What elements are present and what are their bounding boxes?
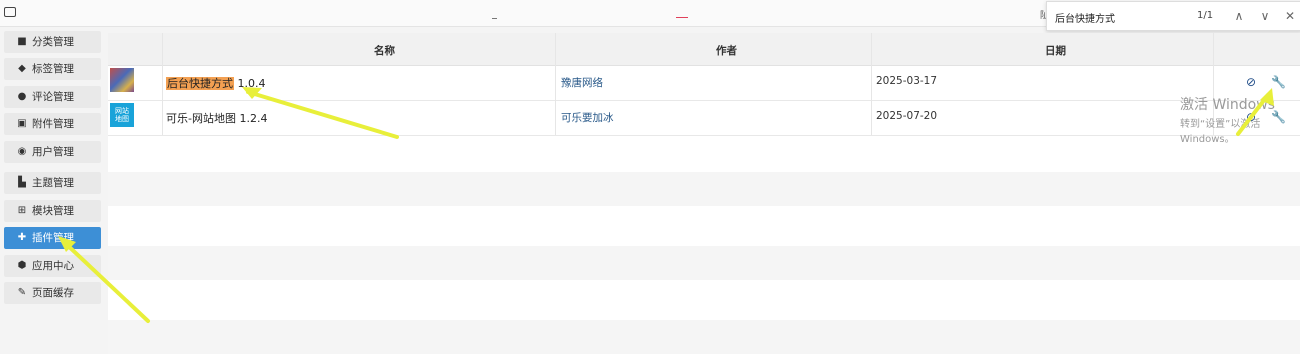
find-input[interactable]: 后台快捷方式	[1055, 10, 1115, 25]
column-divider	[162, 33, 163, 135]
app-icon[interactable]	[4, 7, 16, 17]
sidebar-item-label: 附件管理	[32, 118, 74, 130]
sidebar-item-label: 模块管理	[32, 205, 74, 217]
sidebar-item-page-cache[interactable]: ✎ 页面缓存	[4, 282, 101, 304]
plugin-author-link[interactable]: 可乐要加冰	[561, 110, 614, 125]
grid-icon: ⊞	[17, 205, 27, 216]
sidebar-item-plugins[interactable]: ✚ 插件管理	[4, 227, 101, 249]
plugin-date: 2025-03-17	[876, 75, 938, 87]
find-count: 1/1	[1197, 10, 1214, 21]
windows-activation-watermark: 激活 Windows 转到“设置”以激活 Windows。	[1180, 94, 1300, 145]
sidebar-item-label: 用户管理	[32, 146, 74, 158]
cube-icon: ⬢	[17, 260, 27, 271]
layout-icon: ▙	[18, 177, 26, 188]
plugin-name: 后台快捷方式 1.0.4	[166, 75, 266, 91]
sidebar-item-label: 标签管理	[32, 63, 74, 75]
table-row: 网站 地图 可乐-网站地图 1.2.4 可乐要加冰 2025-07-20 ⊘ 🔧	[108, 101, 1300, 136]
find-next-button[interactable]: ∨	[1256, 7, 1274, 25]
wrench-icon: ✎	[17, 287, 27, 298]
comment-icon: ●	[17, 91, 27, 102]
tag-icon: ◆	[18, 63, 26, 74]
plugin-author-link[interactable]: 豫唐网络	[561, 75, 603, 90]
empty-row	[108, 246, 1300, 280]
plugin-version: 1.0.4	[237, 77, 266, 90]
watermark-subtitle: 转到“设置”以激活 Windows。	[1180, 119, 1261, 145]
empty-row	[108, 209, 1300, 243]
sidebar-item-comments[interactable]: ● 评论管理	[4, 86, 101, 108]
puzzle-icon: ✚	[17, 232, 27, 243]
sidebar-item-modules[interactable]: ⊞ 模块管理	[4, 200, 101, 222]
tab-indicator	[676, 17, 688, 18]
settings-icon[interactable]: 🔧	[1271, 75, 1286, 89]
empty-row	[108, 136, 1300, 170]
folder-icon: ■	[17, 36, 27, 47]
empty-row	[108, 320, 1300, 354]
column-divider	[555, 33, 556, 135]
sidebar-item-label: 页面缓存	[32, 287, 74, 299]
table-row: 后台快捷方式 1.0.4 豫唐网络 2025-03-17 ⊘ 🔧	[108, 66, 1300, 101]
plugin-version: 1.2.4	[239, 112, 268, 125]
column-header-name: 名称	[374, 45, 395, 57]
find-close-button[interactable]: ✕	[1281, 7, 1299, 25]
sidebar-item-label: 插件管理	[32, 232, 74, 244]
column-divider	[871, 33, 872, 135]
sidebar-item-label: 应用中心	[32, 260, 74, 272]
plugin-table: 名称 作者 日期 后台快捷方式 1.0.4 豫唐网络 2025-03-17 ⊘ …	[108, 33, 1300, 354]
column-header-author: 作者	[716, 45, 737, 57]
watermark-title: 激活 Windows	[1180, 97, 1275, 113]
sidebar-item-categories[interactable]: ■ 分类管理	[4, 31, 101, 53]
search-highlight: 后台快捷方式	[166, 77, 234, 90]
sidebar-item-label: 主题管理	[32, 177, 74, 189]
sidebar-item-themes[interactable]: ▙ 主题管理	[4, 172, 101, 194]
disable-icon[interactable]: ⊘	[1246, 75, 1256, 89]
plugin-title: 可乐-网站地图	[166, 112, 236, 125]
plugin-thumbnail	[110, 68, 134, 92]
plugin-name: 可乐-网站地图 1.2.4	[166, 110, 267, 126]
table-header: 名称 作者 日期	[108, 33, 1300, 66]
empty-row	[108, 172, 1300, 206]
find-previous-button[interactable]: ∧	[1230, 7, 1248, 25]
sidebar-item-label: 分类管理	[32, 36, 74, 48]
users-icon: ◉	[17, 146, 27, 157]
sidebar-item-label: 评论管理	[32, 91, 74, 103]
find-bar: 后台快捷方式 1/1 ∧ ∨ ✕	[1046, 1, 1300, 31]
plugin-thumbnail: 网站 地图	[110, 103, 134, 127]
sidebar-item-tags[interactable]: ◆ 标签管理	[4, 58, 101, 80]
minimize-hint	[492, 18, 497, 19]
sidebar-item-app-center[interactable]: ⬢ 应用中心	[4, 255, 101, 277]
sidebar-item-users[interactable]: ◉ 用户管理	[4, 141, 101, 163]
sidebar-item-attachments[interactable]: ▣ 附件管理	[4, 113, 101, 135]
archive-icon: ▣	[17, 118, 27, 129]
empty-row	[108, 283, 1300, 317]
plugin-date: 2025-07-20	[876, 110, 938, 122]
column-header-date: 日期	[1045, 45, 1066, 57]
